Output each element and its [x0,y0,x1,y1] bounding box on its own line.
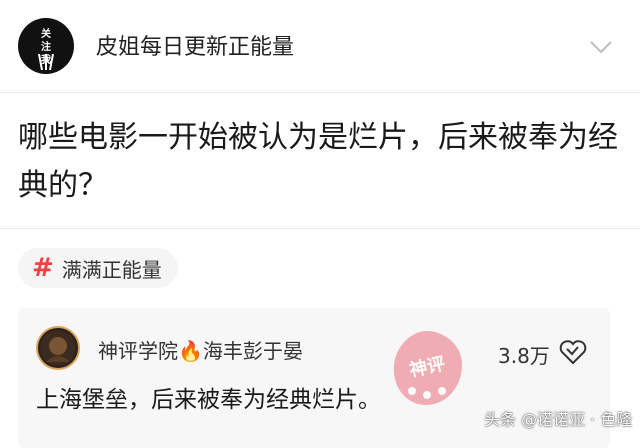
answer-author[interactable]: 神评学院🔥海丰彭于晏 [98,338,303,364]
watermark-badge: 神评 [382,325,472,415]
heart-icon[interactable] [558,338,588,366]
tag-label: 满满正能量 [61,257,162,282]
answer-avatar[interactable] [36,326,80,370]
account-name[interactable]: 皮姐每日更新正能量 [96,34,294,62]
question-divider [0,228,640,229]
hash-icon: # [32,253,54,283]
question-title[interactable]: 哪些电影一开始被认为是烂片，后来被奉为经典的？ [18,114,628,210]
avatar-image-icon [40,330,76,366]
topic-tag[interactable]: # 满满正能量 [18,248,178,288]
answer-text: 上海堡垒，后来被奉为经典烂片。 [36,387,381,413]
like-count: 3.8万 [498,344,550,368]
account-avatar[interactable]: 关 注 我 [18,18,74,74]
figure-icon [38,54,54,70]
header-divider [0,92,640,93]
post-header: 关 注 我 皮姐每日更新正能量 [0,0,640,92]
chevron-down-icon[interactable] [588,38,614,56]
source-credit: 头条 @诺诺亚 · 色隆 [484,410,633,429]
